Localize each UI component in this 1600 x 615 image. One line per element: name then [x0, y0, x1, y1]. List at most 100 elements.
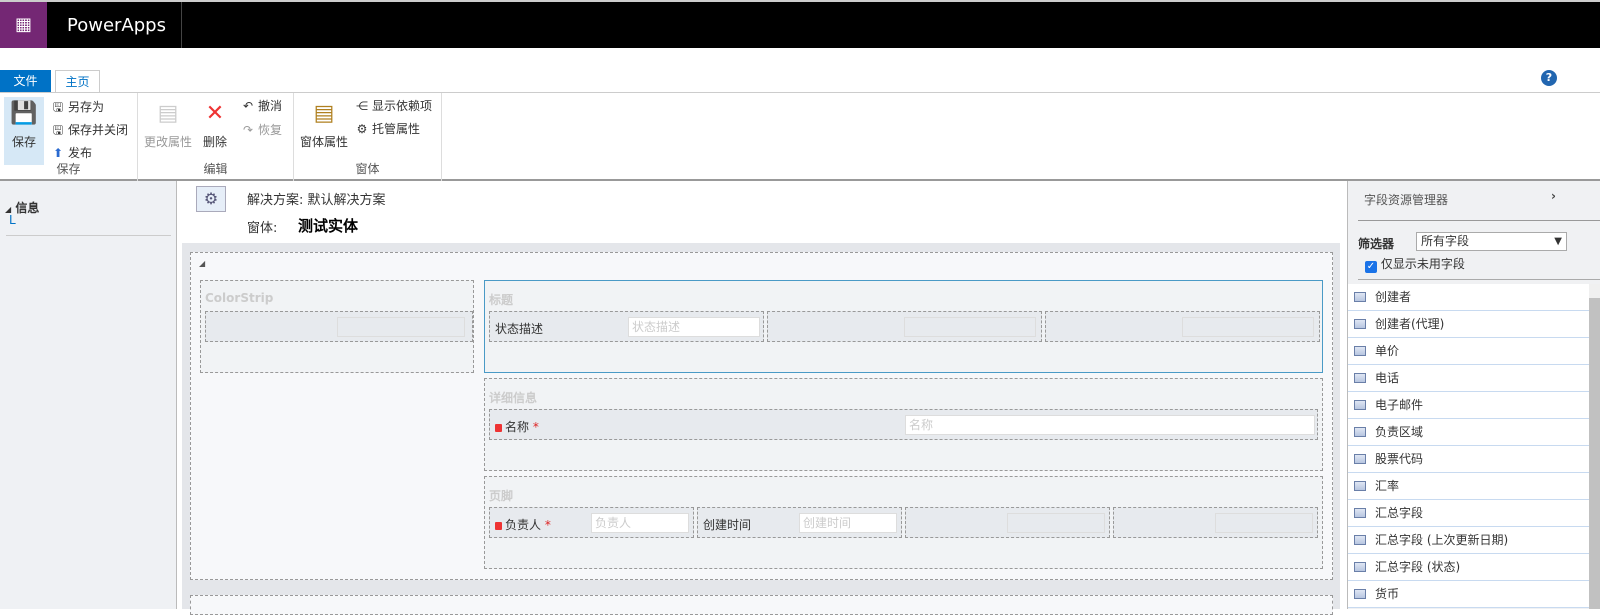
chevron-right-icon[interactable]: ›: [1551, 189, 1556, 203]
field-list-item[interactable]: 汇总字段 (状态): [1348, 554, 1589, 581]
ribbon-group-edit: ▤ 更改属性 ✕ 删除 ↶ 撤消 ↷ 恢复 编辑: [138, 93, 294, 181]
app-title: PowerApps: [67, 15, 166, 36]
scrollbar[interactable]: [1589, 284, 1600, 609]
field-name: 股票代码: [1375, 452, 1424, 466]
field-label: 名称 *: [495, 418, 539, 435]
field-name: 汇总字段 (状态): [1375, 560, 1461, 574]
field-name: 电子邮件: [1375, 398, 1424, 412]
nav-item[interactable]: L: [9, 213, 16, 227]
ribbon: 💾 保存 🖫 另存为 🖫 保存并关闭 ⬆ 发布 保存 ▤ 更改属性 ✕ 删除 ↶ 撤消 ↷ 恢…: [0, 92, 1600, 181]
form-properties-button[interactable]: ▤ 窗体属性: [298, 97, 350, 150]
field-name: 创建者(代理): [1375, 317, 1445, 331]
filter-label: 筛选器: [1358, 237, 1395, 251]
waffle-icon[interactable]: ▦: [0, 2, 47, 48]
label-text: 名称: [505, 420, 530, 434]
change-properties-button[interactable]: ▤ 更改属性: [142, 97, 194, 150]
field-icon: [1354, 481, 1366, 491]
managed-properties-button[interactable]: ⚙ 托管属性: [354, 120, 420, 137]
field-list-item[interactable]: 汇总字段 (上次更新日期): [1348, 527, 1589, 554]
tab-container[interactable]: [190, 595, 1333, 615]
field-cell-owner[interactable]: 负责人 * 负责人: [489, 507, 694, 538]
undo-button[interactable]: ↶ 撤消: [240, 97, 282, 114]
save-button[interactable]: 💾 保存: [4, 97, 44, 165]
divider: [1358, 279, 1600, 280]
filter-select[interactable]: 所有字段 ▼: [1416, 232, 1567, 251]
form-canvas: ◢ ColorStrip 标题 状态描述 状态描述 详细信息 名称 * 名称 页脚 …: [182, 243, 1340, 615]
field-icon: [1354, 400, 1366, 410]
field-icon: [1354, 508, 1366, 518]
redo-icon: ↷: [242, 123, 254, 137]
change-properties-label: 更改属性: [143, 135, 192, 149]
section-details[interactable]: 详细信息 名称 * 名称: [484, 378, 1323, 471]
field-icon: [1354, 535, 1366, 545]
field-cell[interactable]: [1045, 311, 1320, 342]
field-explorer: 字段资源管理器 › 筛选器 所有字段 ▼ ✓ 仅显示未用字段 创建者 创建者(代理)…: [1347, 181, 1600, 609]
field-cell[interactable]: [905, 507, 1110, 538]
save-icon: 💾: [10, 101, 38, 126]
field-cell[interactable]: [1113, 507, 1318, 538]
help-icon[interactable]: ?: [1541, 70, 1557, 86]
tab-container[interactable]: ◢ ColorStrip 标题 状态描述 状态描述 详细信息 名称 * 名称 页脚 …: [190, 252, 1333, 580]
save-close-icon: 🖫: [52, 123, 64, 137]
field-cell-created[interactable]: 创建时间 创建时间: [697, 507, 902, 538]
field-input: [904, 317, 1036, 337]
undo-icon: ↶: [242, 99, 254, 113]
section-footer[interactable]: 页脚 负责人 * 负责人 创建时间 创建时间: [484, 476, 1323, 569]
required-mark: *: [544, 518, 551, 532]
section-colorstrip[interactable]: ColorStrip: [200, 280, 474, 373]
lock-icon: [495, 522, 502, 530]
field-label: 状态描述: [495, 322, 544, 336]
show-dependencies-button[interactable]: ⋲ 显示依赖项: [354, 97, 432, 114]
field-icon: [1354, 454, 1366, 464]
field-input: [1007, 513, 1105, 533]
save-close-button[interactable]: 🖫 保存并关闭: [50, 121, 128, 142]
delete-icon: ✕: [205, 101, 225, 126]
field-list-item[interactable]: 股票代码: [1348, 446, 1589, 473]
unused-only-checkbox[interactable]: ✓ 仅显示未用字段: [1365, 255, 1465, 273]
managed-properties-label: 托管属性: [372, 122, 421, 136]
field-name: 汇总字段 (上次更新日期): [1375, 533, 1509, 547]
field-icon: [1354, 373, 1366, 383]
field-icon: [1354, 292, 1366, 302]
field-cell[interactable]: [767, 311, 1042, 342]
field-list-item[interactable]: 电话: [1348, 365, 1589, 392]
field-input: [1182, 317, 1314, 337]
field-list-item[interactable]: 负责区域: [1348, 419, 1589, 446]
section-title: 标题: [489, 293, 514, 307]
filter-value: 所有字段: [1421, 234, 1470, 248]
save-as-icon: 🖫: [52, 100, 64, 114]
tab-file[interactable]: 文件: [0, 70, 51, 92]
left-nav: ◢ 信息 L: [0, 181, 177, 609]
field-list-item[interactable]: 创建者: [1348, 284, 1589, 311]
field-list-item[interactable]: 创建者(代理): [1348, 311, 1589, 338]
group-label: 窗体: [355, 162, 380, 176]
field-cell-status[interactable]: 状态描述 状态描述: [489, 311, 764, 342]
ribbon-group-save: 💾 保存 🖫 另存为 🖫 保存并关闭 ⬆ 发布 保存: [0, 93, 138, 181]
field-list-item[interactable]: 单价: [1348, 338, 1589, 365]
field-list-item[interactable]: 货币: [1348, 581, 1589, 608]
field-label: 负责人 *: [495, 516, 551, 533]
required-mark: *: [532, 420, 539, 434]
section-title: 详细信息: [489, 391, 538, 405]
field-cell-name[interactable]: 名称 * 名称: [489, 409, 1318, 440]
save-as-button[interactable]: 🖫 另存为: [50, 98, 104, 119]
redo-label: 恢复: [258, 123, 283, 137]
publish-button[interactable]: ⬆ 发布: [50, 144, 92, 161]
divider: [1358, 220, 1600, 221]
undo-label: 撤消: [258, 99, 283, 113]
section-title-header[interactable]: 标题 状态描述 状态描述: [484, 280, 1323, 373]
scrollbar-thumb[interactable]: [1589, 298, 1600, 609]
field-list-item[interactable]: 汇总字段: [1348, 500, 1589, 527]
tab-home[interactable]: 主页: [55, 70, 100, 92]
form-name: 测试实体: [298, 217, 359, 235]
label-text: 负责人: [505, 518, 542, 532]
save-label: 保存: [11, 135, 36, 149]
section-title: ColorStrip: [205, 291, 274, 305]
field-list-item[interactable]: 汇率: [1348, 473, 1589, 500]
field-list-item[interactable]: 电子邮件: [1348, 392, 1589, 419]
delete-button[interactable]: ✕ 删除: [198, 97, 232, 150]
group-label: 保存: [56, 162, 81, 176]
field-cell[interactable]: [205, 311, 473, 342]
redo-button[interactable]: ↷ 恢复: [240, 121, 282, 138]
field-input: 创建时间: [799, 513, 897, 533]
